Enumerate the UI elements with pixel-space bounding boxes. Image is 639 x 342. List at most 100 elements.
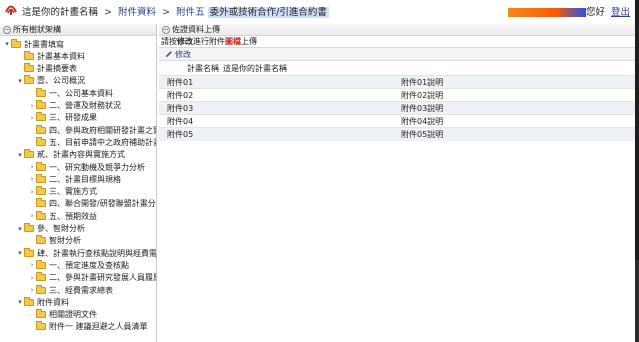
greeting-text: 您好: [585, 7, 605, 18]
tree-node[interactable]: 一、公司基本資料: [28, 87, 113, 99]
breadcrumb-separator: >: [162, 7, 171, 18]
tree-node-label: 肆、計畫執行查核點說明與經費需求: [37, 248, 157, 258]
tree-node-label: 附件資料: [37, 297, 69, 307]
tree-node[interactable]: › 二、計畫目標與規格: [28, 173, 121, 185]
folder-icon: [36, 173, 46, 183]
breadcrumb-attachment-5[interactable]: 附件五: [176, 7, 205, 18]
edit-button-label: 修改: [175, 49, 191, 59]
table-row: 附件02 附件02說明: [159, 88, 635, 102]
folder-icon: [24, 149, 34, 159]
tree-node[interactable]: › 二、參與計畫研究發展人員履歷表: [28, 272, 156, 284]
breadcrumb-attachments[interactable]: 附件資料: [118, 7, 156, 18]
tree-node[interactable]: ▾ 肆、計畫執行查核點說明與經費需求: [16, 247, 157, 259]
toolbar: 修改: [159, 47, 635, 61]
tree-node-label: 計畫基本資料: [37, 51, 85, 61]
folder-icon: [36, 235, 46, 245]
pencil-icon: [166, 51, 172, 57]
tree-node[interactable]: 四、聯合開發/研發聯盟計畫分工及: [28, 198, 156, 210]
tree-node[interactable]: › 三、實施方式: [28, 186, 97, 198]
tree-node[interactable]: › 一、研究動機及競爭力分析: [28, 161, 145, 173]
tree-node-label: 相關證明文件: [49, 310, 97, 320]
folder-icon: [36, 186, 46, 196]
tree-node[interactable]: 四、參與政府相關研發計畫之實績: [28, 124, 156, 136]
tree-node-label: 智財分析: [49, 236, 81, 246]
tree-node-label: 計畫書填寫: [24, 39, 64, 49]
tree-node[interactable]: 計畫基本資料: [16, 50, 85, 62]
chevron-right-icon[interactable]: ›: [28, 212, 36, 220]
attachments-table: 附件01 附件01說明 附件02 附件02說明 附件03 附件03說明 附件04 附件04說明…: [159, 75, 635, 141]
attachment-description: 附件05說明: [393, 127, 635, 141]
logout-link[interactable]: 登出: [611, 7, 630, 18]
folder-icon: [24, 247, 34, 257]
tree-node-label: 四、聯合開發/研發聯盟計畫分工及: [49, 199, 156, 209]
folder-icon: [36, 198, 46, 208]
chevron-down-icon[interactable]: ▾: [16, 249, 24, 257]
table-row: 附件03 附件03說明: [159, 101, 635, 115]
chevron-down-icon[interactable]: ▾: [16, 151, 24, 159]
breadcrumb-current: 委外或技術合作/引進合約書: [207, 7, 329, 18]
folder-icon: [36, 112, 46, 122]
tree-node-label: 貳、計畫內容與實施方式: [37, 150, 125, 160]
chevron-right-icon[interactable]: ›: [28, 114, 36, 122]
tree-node[interactable]: 相關證明文件: [28, 309, 97, 321]
tree-node[interactable]: ▾ 壹、公司概況: [16, 75, 85, 87]
tree-node-label: 附件一 建議迴避之人員清單: [49, 322, 148, 332]
chevron-down-icon[interactable]: ▾: [16, 298, 24, 306]
folder-icon: [36, 272, 46, 282]
chevron-right-icon[interactable]: ›: [28, 188, 36, 196]
tree-node[interactable]: ▾ 附件資料: [16, 296, 69, 308]
sidebar-title: 所有樹狀架構: [13, 25, 61, 34]
tree-node[interactable]: 附件一 建議迴避之人員清單: [28, 321, 148, 333]
tree-node[interactable]: 智財分析: [28, 235, 81, 247]
chevron-down-icon[interactable]: ▾: [16, 77, 24, 85]
tree-node[interactable]: › 五、預期效益: [28, 210, 97, 222]
tree-node-label: 二、營運及財務狀況: [49, 101, 121, 110]
chevron-down-icon[interactable]: ▾: [16, 225, 24, 233]
attachment-description: 附件03說明: [393, 101, 635, 115]
chevron-right-icon[interactable]: ›: [28, 261, 36, 269]
attachment-name: 附件02: [159, 88, 393, 102]
collapse-icon[interactable]: −: [3, 25, 11, 34]
breadcrumb: 這是你的計畫名稱 > 附件資料 > 附件五 委外或技術合作/引進合約書: [22, 4, 329, 18]
header: 這是你的計畫名稱 > 附件資料 > 附件五 委外或技術合作/引進合約書 您好 登…: [0, 0, 639, 22]
table-row: 附件04 附件04說明: [159, 114, 635, 128]
tree-node[interactable]: ▾ 計畫書填寫: [3, 38, 64, 50]
folder-icon: [11, 38, 21, 48]
sidebar-tree-panel: − 所有樹狀架構 ▾ 計畫書填寫計畫基本資料計畫摘要表 ▾ 壹、公司概況 一、公司基本資…: [0, 24, 157, 342]
tree-node-label: 一、研究動機及競爭力分析: [49, 162, 145, 172]
collapse-icon[interactable]: −: [162, 25, 170, 34]
attachment-description: 附件02說明: [393, 88, 635, 102]
chevron-right-icon[interactable]: ›: [28, 274, 36, 282]
attachment-description: 附件01說明: [393, 75, 635, 89]
folder-icon: [36, 309, 46, 319]
user-bar: 您好 登出: [507, 4, 630, 18]
folder-icon: [24, 63, 34, 73]
hint-mid: 進行附件: [193, 37, 225, 46]
chevron-right-icon[interactable]: ›: [28, 102, 36, 110]
window-edge: [635, 260, 639, 342]
tree-node-label: 三、研發成果: [49, 113, 97, 123]
breadcrumb-root[interactable]: 這是你的計畫名稱: [22, 7, 98, 18]
chevron-right-icon[interactable]: ›: [28, 163, 36, 171]
tree-node[interactable]: 五、目前申請中之政府補助計畫: [28, 136, 157, 148]
tree-node[interactable]: › 三、經費需求總表: [28, 284, 113, 296]
tree-node-label: 壹、公司概況: [37, 76, 85, 86]
chevron-right-icon[interactable]: ›: [28, 286, 36, 294]
chevron-right-icon[interactable]: ›: [28, 175, 36, 183]
folder-icon: [36, 100, 46, 109]
upload-panel-title: 佐證資料上傳: [172, 25, 220, 34]
tree-node-label: 五、目前申請中之政府補助計畫: [49, 137, 157, 147]
chevron-down-icon[interactable]: ▾: [3, 40, 11, 48]
tree-node[interactable]: ▾ 參、智財分析: [16, 223, 85, 235]
tree-node[interactable]: › 二、營運及財務狀況: [28, 100, 121, 112]
folder-icon: [36, 124, 46, 134]
hint-prefix: 請按: [161, 37, 177, 46]
upload-panel-header: − 佐證資料上傳: [159, 24, 635, 36]
tree-node[interactable]: 計畫摘要表: [16, 63, 77, 75]
tree-node[interactable]: › 三、研發成果: [28, 112, 97, 124]
edit-button[interactable]: 修改: [163, 49, 193, 60]
tree-node[interactable]: › 一、預定進度及查核點: [28, 259, 129, 271]
tree-node-label: 三、實施方式: [49, 187, 97, 197]
upload-panel: − 佐證資料上傳 請按 修改 進行附件 圖檔 上傳 修改 計畫名稱 這是你的計畫…: [159, 24, 635, 152]
tree-node[interactable]: ▾ 貳、計畫內容與實施方式: [16, 149, 125, 161]
